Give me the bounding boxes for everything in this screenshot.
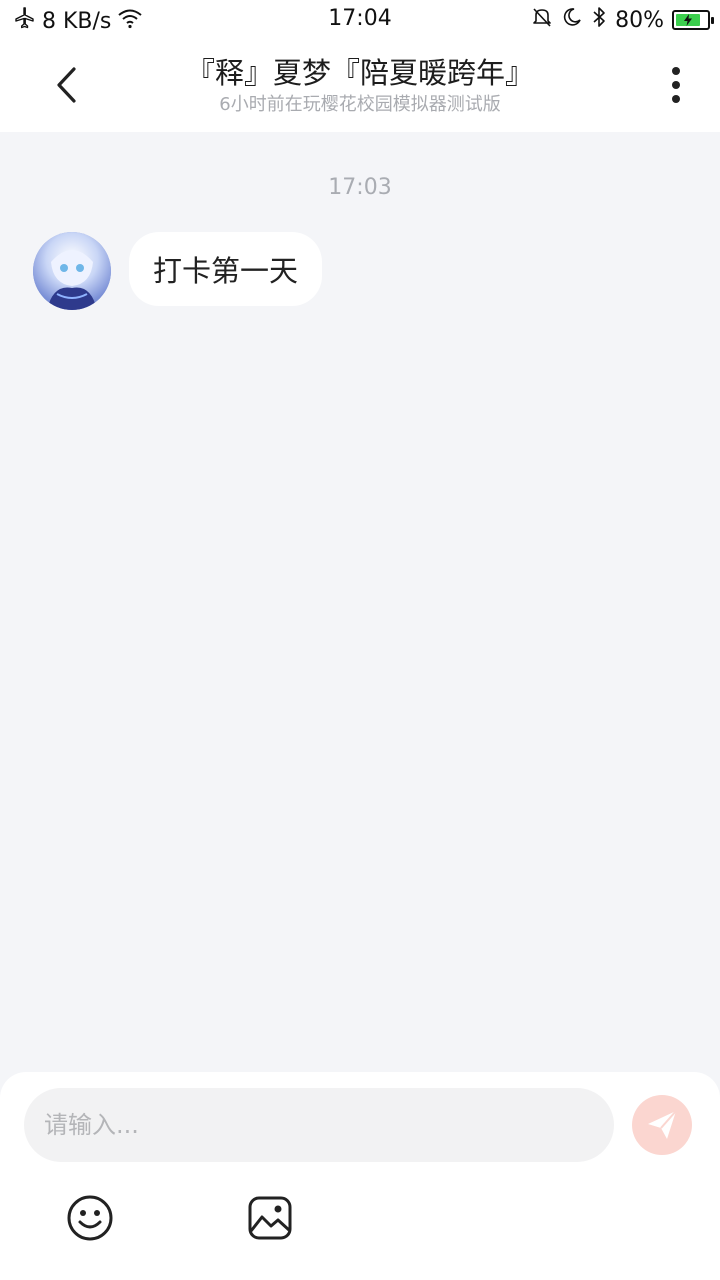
- battery-percent: 80%: [615, 7, 664, 33]
- status-right: 80%: [531, 6, 714, 34]
- composer-panel: [0, 1072, 720, 1280]
- battery-icon: [672, 10, 714, 30]
- send-button[interactable]: [632, 1095, 692, 1155]
- chat-header: 『释』夏梦『陪夏暖跨年』 6小时前在玩樱花校园模拟器测试版: [0, 38, 720, 132]
- message-text: 打卡第一天: [153, 254, 299, 288]
- image-button[interactable]: [246, 1194, 294, 1242]
- image-icon: [248, 1196, 292, 1240]
- moon-icon: [561, 6, 583, 34]
- message-timestamp: 17:03: [328, 175, 392, 200]
- send-icon: [648, 1110, 677, 1139]
- smiley-icon: [67, 1195, 113, 1241]
- status-bar: 8 KB/s 17:04 80%: [0, 0, 720, 38]
- message-bubble[interactable]: 打卡第一天: [129, 232, 323, 306]
- message-input[interactable]: [24, 1088, 614, 1162]
- more-vertical-icon: [672, 67, 680, 103]
- chevron-left-icon: [57, 67, 76, 103]
- chat-title: 『释』夏梦『陪夏暖跨年』: [185, 56, 534, 90]
- battery-level: [676, 14, 700, 26]
- avatar[interactable]: [33, 232, 111, 310]
- emoji-button[interactable]: [66, 1194, 114, 1242]
- chat-subtitle: 6小时前在玩樱花校园模拟器测试版: [219, 94, 501, 115]
- back-button[interactable]: [44, 60, 88, 110]
- more-options-button[interactable]: [656, 60, 696, 110]
- mute-icon: [531, 6, 553, 34]
- bluetooth-icon: [591, 6, 607, 34]
